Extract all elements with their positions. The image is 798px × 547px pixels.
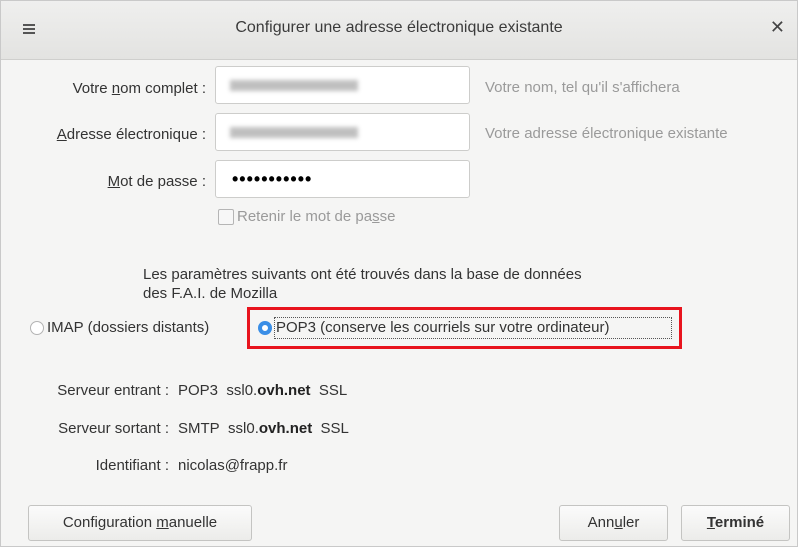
remember-password-label[interactable]: Retenir le mot de passe bbox=[237, 208, 395, 225]
incoming-server-label: Serveur entrant : bbox=[57, 382, 169, 399]
password-input[interactable]: ••••••••••• bbox=[215, 160, 470, 198]
info-line-2: des F.A.I. de Mozilla bbox=[143, 285, 278, 302]
remember-password-checkbox[interactable] bbox=[218, 209, 234, 225]
account-setup-dialog: Configurer une adresse électronique exis… bbox=[0, 0, 798, 547]
identifier-value: nicolas@frapp.fr bbox=[178, 457, 288, 474]
done-button[interactable]: Terminé bbox=[681, 505, 790, 541]
redacted-name bbox=[230, 80, 358, 91]
outgoing-server-label: Serveur sortant : bbox=[58, 420, 169, 437]
close-icon[interactable]: ✕ bbox=[770, 17, 785, 38]
email-hint: Votre adresse électronique existante bbox=[485, 125, 728, 142]
full-name-label: Votre nom complet : bbox=[72, 80, 206, 97]
manual-config-button[interactable]: Configuration manuelle bbox=[28, 505, 252, 541]
imap-radio[interactable] bbox=[30, 321, 44, 335]
redacted-email bbox=[230, 127, 358, 138]
full-name-hint: Votre nom, tel qu'il s'affichera bbox=[485, 79, 680, 96]
password-value: ••••••••••• bbox=[232, 169, 313, 189]
outgoing-server-value: SMTP ssl0.ovh.net SSL bbox=[178, 420, 349, 437]
full-name-input[interactable] bbox=[215, 66, 470, 104]
pop3-radio-label[interactable]: POP3 (conserve les courriels sur votre o… bbox=[276, 319, 609, 336]
info-line-1: Les paramètres suivants ont été trouvés … bbox=[143, 266, 582, 283]
pop3-radio[interactable] bbox=[258, 321, 272, 335]
incoming-server-value: POP3 ssl0.ovh.net SSL bbox=[178, 382, 348, 399]
password-label: Mot de passe : bbox=[107, 173, 206, 190]
cancel-button[interactable]: Annuler bbox=[559, 505, 668, 541]
identifier-label: Identifiant : bbox=[95, 457, 169, 474]
email-label: Adresse électronique : bbox=[56, 126, 206, 143]
window-title: Configurer une adresse électronique exis… bbox=[235, 19, 563, 36]
email-input[interactable] bbox=[215, 113, 470, 151]
isp-database-info: Les paramètres suivants ont été trouvés … bbox=[143, 265, 683, 303]
imap-radio-label[interactable]: IMAP (dossiers distants) bbox=[47, 319, 209, 336]
title-bar: Configurer une adresse électronique exis… bbox=[1, 1, 797, 60]
